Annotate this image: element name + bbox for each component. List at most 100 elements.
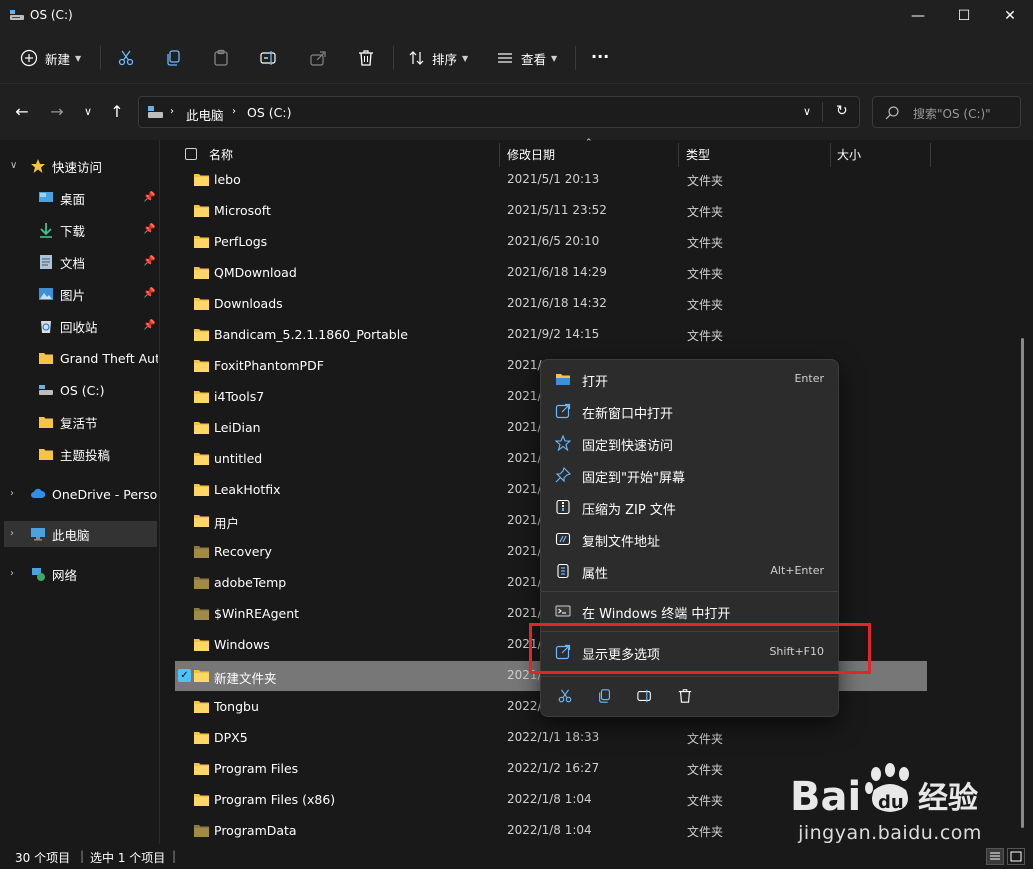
- breadcrumb-this-pc[interactable]: 此电脑: [186, 105, 224, 124]
- column-divider[interactable]: [499, 143, 500, 167]
- table-row[interactable]: Bandicam_5.2.1.1860_Portable 2021/9/2 14:…: [175, 320, 927, 350]
- menu-item-pin-quick-access[interactable]: 固定到快速访问: [545, 428, 836, 458]
- large-icons-view-button[interactable]: [1007, 848, 1025, 865]
- watermark-url: jingyan.baidu.com: [798, 822, 982, 844]
- column-divider[interactable]: [830, 143, 831, 167]
- menu-item-open-new-window[interactable]: 在新窗口中打开: [545, 396, 836, 426]
- column-header-type[interactable]: 类型: [686, 140, 710, 168]
- sidebar-item-easter[interactable]: 复活节: [38, 409, 148, 435]
- file-date: 2021/6/18 14:29: [507, 265, 607, 279]
- menu-item-copy-path[interactable]: 复制文件地址: [545, 524, 836, 554]
- file-name: Tongbu: [214, 699, 259, 714]
- sidebar-item-quick-access[interactable]: 快速访问: [30, 153, 158, 179]
- quick-cut-button[interactable]: [553, 685, 577, 707]
- zip-icon: [556, 499, 570, 515]
- cut-icon: [118, 50, 134, 66]
- vertical-scrollbar[interactable]: [1021, 338, 1024, 828]
- sidebar-item-label: 快速访问: [52, 159, 103, 175]
- file-date: 2021/6/5 20:10: [507, 234, 600, 248]
- details-view-button[interactable]: [986, 848, 1004, 865]
- sidebar-item-network[interactable]: 网络: [30, 561, 150, 587]
- menu-item-open-terminal[interactable]: 在 Windows 终端 中打开: [545, 596, 836, 626]
- share-button[interactable]: [309, 44, 327, 72]
- table-row[interactable]: lebo 2021/5/1 20:13 文件夹: [175, 165, 927, 195]
- chevron-down-icon: ▼: [75, 53, 82, 63]
- refresh-icon[interactable]: ↻: [836, 103, 848, 119]
- sidebar-item-documents[interactable]: 文档: [38, 249, 148, 275]
- forward-arrow-icon[interactable]: →: [46, 102, 68, 122]
- row-checkbox[interactable]: ✓: [178, 669, 191, 682]
- pin-icon: 📌: [143, 256, 156, 267]
- expand-chevron-icon[interactable]: ›: [10, 528, 14, 539]
- details-view-icon: [990, 852, 1000, 860]
- file-name: Downloads: [214, 296, 283, 311]
- select-all-checkbox[interactable]: [185, 140, 197, 168]
- sidebar-item-gta[interactable]: Grand Theft Auto: [38, 345, 158, 371]
- recent-locations-chevron-icon[interactable]: ∨: [77, 102, 99, 122]
- file-type: 文件夹: [687, 763, 724, 777]
- quick-rename-button[interactable]: [633, 685, 657, 707]
- menu-separator: [541, 591, 838, 592]
- folder-icon: [194, 794, 209, 806]
- sidebar-item-desktop[interactable]: 桌面: [38, 185, 148, 211]
- column-header-size[interactable]: 大小: [837, 140, 861, 168]
- column-header-date[interactable]: 修改日期: [507, 140, 555, 168]
- sort-icon: [409, 51, 424, 65]
- quick-copy-button[interactable]: [593, 685, 617, 707]
- breadcrumb-os-c[interactable]: OS (C:): [247, 105, 291, 120]
- sidebar-item-onedrive[interactable]: OneDrive - Person: [30, 481, 158, 507]
- star-icon: [31, 159, 45, 173]
- column-divider[interactable]: [678, 143, 679, 167]
- maximize-button[interactable]: ☐: [941, 0, 987, 32]
- view-button[interactable]: 查看 ▼: [496, 44, 557, 72]
- menu-item-compress-zip[interactable]: 压缩为 ZIP 文件: [545, 492, 836, 522]
- back-arrow-icon[interactable]: ←: [11, 102, 33, 122]
- table-row[interactable]: Downloads 2021/6/18 14:32 文件夹: [175, 289, 927, 319]
- status-divider: |: [172, 849, 177, 863]
- menu-item-open[interactable]: 打开 Enter: [545, 364, 836, 394]
- address-bar[interactable]: › 此电脑 › OS (C:) ∨ ↻: [138, 96, 860, 128]
- new-button[interactable]: 新建 ▼: [20, 44, 81, 72]
- file-name: Program Files (x86): [214, 792, 336, 807]
- minimize-button[interactable]: —: [895, 0, 941, 32]
- drive-icon: [148, 106, 163, 118]
- sidebar-item-os-c[interactable]: OS (C:): [38, 377, 148, 403]
- sidebar-item-recycle-bin[interactable]: 回收站: [38, 313, 148, 339]
- sidebar-item-theme-submission[interactable]: 主题投稿: [38, 441, 148, 467]
- expand-chevron-icon[interactable]: ›: [10, 488, 14, 499]
- up-arrow-icon[interactable]: ↑: [106, 102, 128, 122]
- quick-delete-button[interactable]: [673, 685, 697, 707]
- sidebar-item-pictures[interactable]: 图片: [38, 281, 148, 307]
- copy-button[interactable]: [165, 44, 183, 72]
- menu-item-label: 在 Windows 终端 中打开: [582, 607, 731, 622]
- table-row[interactable]: DPX5 2022/1/1 18:33 文件夹: [175, 723, 927, 753]
- expand-chevron-icon[interactable]: ∨: [10, 160, 17, 171]
- column-header-name[interactable]: 名称: [209, 140, 233, 168]
- cut-button[interactable]: [117, 44, 135, 72]
- expand-chevron-icon[interactable]: ›: [10, 568, 14, 579]
- menu-item-properties[interactable]: 属性 Alt+Enter: [545, 556, 836, 586]
- file-type: 文件夹: [687, 267, 724, 281]
- table-row[interactable]: QMDownload 2021/6/18 14:29 文件夹: [175, 258, 927, 288]
- sidebar-item-label: 主题投稿: [60, 447, 111, 463]
- properties-icon: [557, 563, 569, 579]
- rename-button[interactable]: [260, 44, 278, 72]
- copy-path-icon: [555, 532, 571, 546]
- more-options-button[interactable]: ···: [591, 42, 609, 70]
- table-row[interactable]: Microsoft 2021/5/11 23:52 文件夹: [175, 196, 927, 226]
- file-type: 文件夹: [687, 236, 724, 250]
- sort-button[interactable]: 排序 ▼: [408, 44, 468, 72]
- download-icon: [40, 223, 52, 238]
- column-divider[interactable]: [930, 143, 931, 167]
- sidebar-item-downloads[interactable]: 下载: [38, 217, 148, 243]
- search-input[interactable]: 搜索"OS (C:)": [872, 96, 1021, 128]
- paste-button[interactable]: [212, 44, 230, 72]
- delete-button[interactable]: [357, 44, 375, 72]
- sidebar-item-this-pc[interactable]: 此电脑: [4, 521, 157, 547]
- folder-icon: [194, 422, 209, 434]
- table-row[interactable]: PerfLogs 2021/6/5 20:10 文件夹: [175, 227, 927, 257]
- close-button[interactable]: ✕: [987, 0, 1033, 32]
- address-dropdown-chevron-icon[interactable]: ∨: [803, 105, 811, 118]
- menu-item-pin-start[interactable]: 固定到"开始"屏幕: [545, 460, 836, 490]
- drive-icon: [10, 10, 24, 20]
